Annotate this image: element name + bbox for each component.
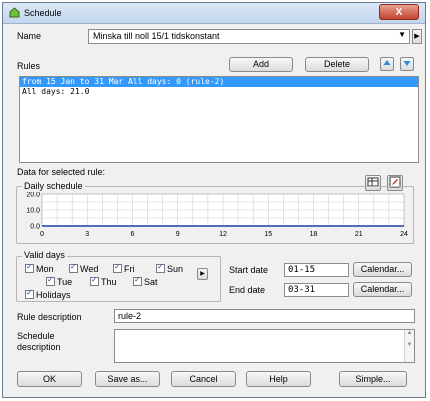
mon-label: Mon: [36, 264, 54, 274]
rule-item[interactable]: All days: 21.0: [20, 87, 418, 97]
fri-checkbox[interactable]: [113, 262, 122, 273]
textarea-scrollbar[interactable]: ▲ ▼: [404, 330, 414, 362]
close-button[interactable]: X: [379, 4, 419, 20]
y-tick-label: 10.0: [26, 208, 40, 215]
simple-button[interactable]: Simple...: [339, 371, 407, 387]
holidays-label: Holidays: [36, 290, 71, 300]
sat-label: Sat: [144, 277, 158, 287]
arrow-down-icon: [403, 61, 411, 66]
arrow-up-icon: [383, 60, 391, 65]
move-up-button[interactable]: [380, 57, 394, 71]
wed-checkbox[interactable]: [69, 262, 78, 273]
end-date-label: End date: [229, 285, 266, 295]
x-tick-label: 6: [131, 231, 135, 238]
x-tick-label: 3: [85, 231, 89, 238]
valid-days-label: Valid days: [22, 250, 67, 260]
rule-description-label: Rule description: [17, 312, 82, 322]
daily-schedule-chart[interactable]: 20.0 10.0 0.0 0 3 6 9 12 15 18 21 24: [18, 192, 413, 242]
rules-label: Rules: [17, 61, 41, 71]
y-tick-label: 20.0: [26, 192, 40, 199]
name-dropdown[interactable]: Minska till noll 15/1 tidskonstant ▼: [88, 29, 410, 44]
title-bar[interactable]: Schedule X: [3, 3, 425, 24]
start-date-label: Start date: [229, 265, 269, 275]
x-tick-label: 12: [219, 231, 227, 238]
tue-label: Tue: [57, 277, 73, 287]
x-tick-label: 0: [40, 231, 44, 238]
ok-button[interactable]: OK: [17, 371, 82, 387]
save-as-button[interactable]: Save as...: [95, 371, 160, 387]
sun-checkbox[interactable]: [156, 262, 165, 273]
sat-checkbox[interactable]: [133, 275, 142, 286]
sun-label: Sun: [167, 264, 184, 274]
end-date-field[interactable]: 03-31: [284, 283, 349, 297]
schedule-description-label: Schedule: [17, 331, 55, 341]
y-tick-label: 0.0: [30, 224, 40, 231]
help-button[interactable]: Help: [246, 371, 311, 387]
rules-list[interactable]: from 15 Jan to 31 Mar All days: 0 (rule-…: [19, 76, 419, 163]
x-tick-label: 21: [355, 231, 363, 238]
mon-checkbox[interactable]: [25, 262, 34, 273]
schedule-description-label-2: description: [17, 342, 61, 352]
wed-label: Wed: [80, 264, 99, 274]
start-date-field[interactable]: 01-15: [284, 263, 349, 277]
start-calendar-button[interactable]: Calendar...: [353, 262, 412, 277]
thu-label: Thu: [101, 277, 117, 287]
thu-checkbox[interactable]: [90, 275, 99, 286]
expand-days-button[interactable]: ▶: [197, 268, 208, 280]
chevron-down-icon: ▼: [398, 30, 406, 39]
x-tick-label: 18: [310, 231, 318, 238]
holidays-checkbox[interactable]: [25, 288, 34, 299]
schedule-window: Schedule X Name Minska till noll 15/1 ti…: [2, 2, 426, 398]
cancel-button[interactable]: Cancel: [171, 371, 236, 387]
end-calendar-button[interactable]: Calendar...: [353, 282, 412, 297]
next-schedule-button[interactable]: ▶: [412, 29, 422, 44]
x-tick-label: 24: [400, 231, 408, 238]
tue-checkbox[interactable]: [46, 275, 55, 286]
schedule-description-textarea[interactable]: ▲ ▼: [114, 329, 415, 363]
selected-rule-label: Data for selected rule:: [17, 167, 106, 177]
x-tick-label: 15: [264, 231, 272, 238]
add-rule-button[interactable]: Add: [229, 57, 293, 72]
rule-item[interactable]: from 15 Jan to 31 Mar All days: 0 (rule-…: [20, 77, 418, 87]
fri-label: Fri: [124, 264, 135, 274]
app-house-icon: [9, 7, 20, 18]
daily-schedule-label: Daily schedule: [22, 181, 85, 191]
x-tick-label: 9: [176, 231, 180, 238]
delete-rule-button[interactable]: Delete: [305, 57, 369, 72]
move-down-button[interactable]: [400, 57, 414, 71]
name-label: Name: [17, 31, 42, 41]
window-title: Schedule: [24, 8, 62, 18]
rule-description-field[interactable]: rule-2: [114, 309, 415, 323]
name-dropdown-value: Minska till noll 15/1 tidskonstant: [93, 31, 220, 41]
